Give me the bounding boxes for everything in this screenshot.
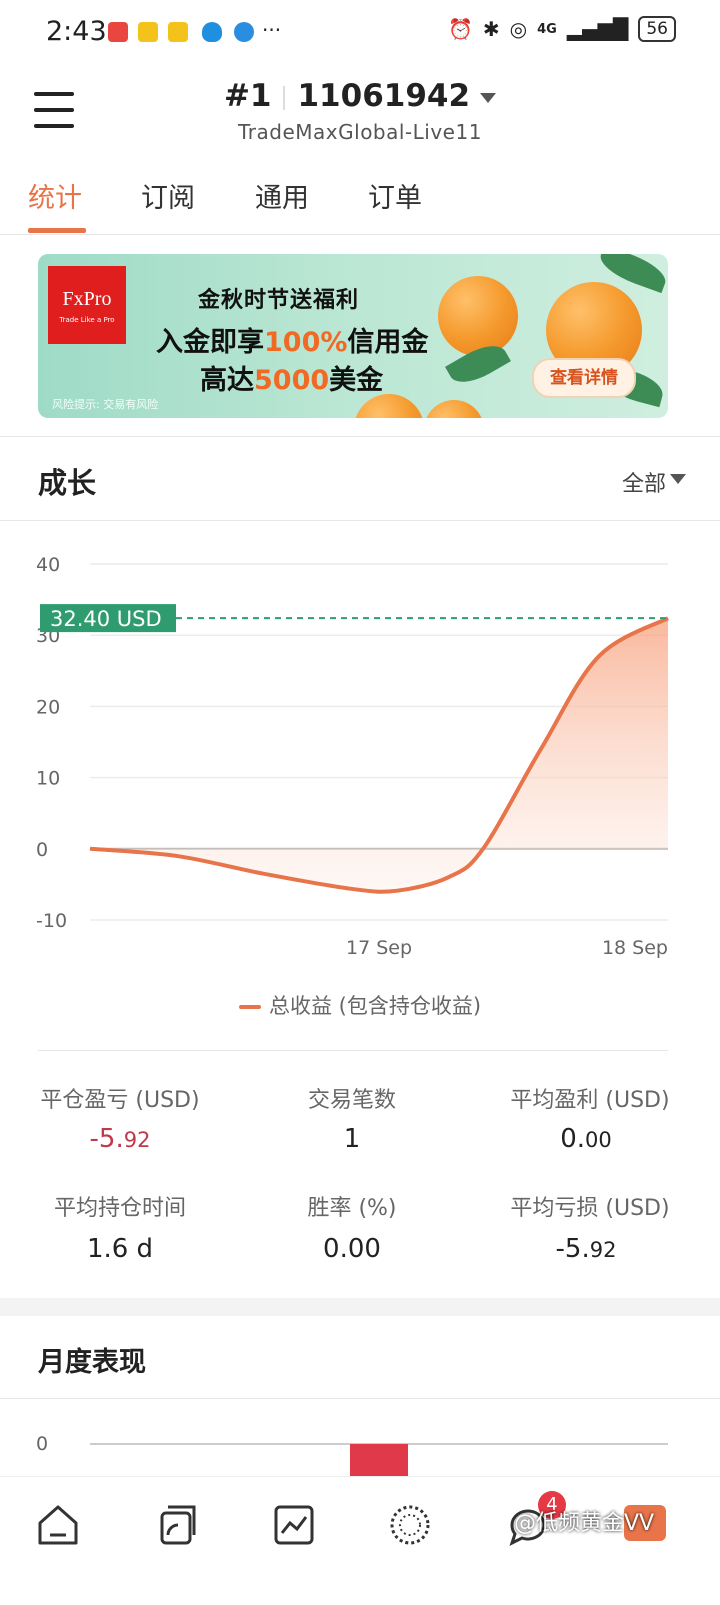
signals-icon[interactable] [152,1501,200,1549]
y-tick-label: 20 [36,696,60,718]
game-notification-icon-2 [168,22,188,42]
orange-fruit-image [438,276,518,356]
promo-banner[interactable]: FxPro Trade Like a Pro 金秋时节送福利 入金即享100%信… [38,254,668,418]
network-type: 4G [537,21,557,37]
monthly-chart[interactable]: 0 [0,1420,720,1480]
view-details-button[interactable]: 查看详情 [532,358,636,398]
fxpro-logo: FxPro Trade Like a Pro [48,266,126,344]
section-divider [0,436,720,437]
tab-orders[interactable]: 订单 [368,176,422,215]
y-tick-label: -10 [36,910,67,932]
orange-fruit-image [424,400,484,418]
x-tick-label: 18 Sep [602,937,668,959]
account-prefix: #1 [223,78,272,114]
tab-subscriptions[interactable]: 订阅 [141,176,195,215]
risk-warning: 风险提示: 交易有风险 [52,398,159,411]
legend-swatch [238,1005,261,1009]
stat-label: 平均盈利 (USD) [510,1088,670,1113]
growth-chart[interactable]: 403020100-10 32.40 USD 17 Sep 18 Sep [0,540,720,970]
account-selector[interactable]: #1 11061942 [0,78,720,114]
chart-icon[interactable] [270,1501,318,1549]
chevron-down-icon[interactable] [670,474,686,484]
section-divider [0,1398,720,1399]
signal-icon: ▂▄▆█ [566,17,629,41]
x-axis-ticks: 17 Sep 18 Sep [346,937,668,959]
browser-icon [234,22,254,42]
stat-label: 平均持仓时间 [53,1196,186,1221]
home-icon[interactable] [34,1501,82,1549]
battery-icon: 56 [638,16,676,42]
growth-area [90,618,668,892]
stat-label: 平仓盈亏 (USD) [40,1088,200,1113]
section-gap [0,1298,720,1316]
y-tick-label: 40 [36,554,60,576]
growth-title: 成长 [38,466,97,500]
y-tick-label: 10 [36,768,60,790]
account-number: 11061942 [297,78,471,114]
chart-legend: 总收益 (包含持仓收益) [0,990,720,1020]
stat-value: -5.92 [89,1124,151,1154]
banner-line2: 入金即享100%信用金 [156,327,429,358]
stat-value: 1.6 d [86,1234,154,1264]
alarm-icon: ⏰ [447,17,473,41]
tab-bar: 统计 订阅 通用 订单 [0,170,720,235]
server-name: TradeMaxGlobal-Live11 [238,120,482,144]
status-time: 2:43 [46,16,107,47]
tab-statistics[interactable]: 统计 [28,176,82,215]
section-divider [0,520,720,521]
chevron-down-icon [480,92,497,103]
current-value-label: 32.40 USD [50,607,162,631]
monthly-bar [350,1444,408,1480]
x-tick-label: 17 Sep [346,937,412,959]
y-tick-label: 0 [36,839,48,861]
section-divider [38,1050,668,1051]
account-separator [283,85,286,110]
bottom-navigation: 4 @低频黄金VV [0,1476,720,1605]
active-tab-indicator [28,228,86,233]
banner-line3: 高达5000美金 [200,365,384,396]
more-notifications-icon: ··· [262,18,282,42]
stat-label: 平均亏损 (USD) [510,1196,670,1221]
app-notification-icon [108,22,128,42]
growth-range-filter[interactable]: 全部 [622,466,666,498]
stat-value: 0.00 [560,1124,612,1154]
discover-icon[interactable] [386,1501,434,1549]
legend-label: 总收益 (包含持仓收益) [268,994,482,1018]
stat-value: 1 [343,1124,361,1154]
tab-general[interactable]: 通用 [255,176,309,215]
game-notification-icon [138,22,158,42]
stat-value: -5.92 [555,1234,617,1264]
monthly-y-tick: 0 [36,1433,48,1455]
shield-icon [202,22,222,42]
watermark: @低频黄金VV [514,1511,655,1536]
stat-label: 交易笔数 [307,1088,396,1113]
stat-label: 胜率 (%) [307,1196,397,1221]
monthly-performance-title: 月度表现 [38,1347,146,1378]
bluetooth-icon: ✱ [482,17,500,41]
stat-value: 0.00 [323,1234,381,1264]
orange-fruit-image [354,394,424,418]
banner-headline: 金秋时节送福利 [198,288,360,313]
status-bar: 2:43 ··· ⏰ ✱ ◎ 4G ▂▄▆█ 56 [0,0,720,64]
hotspot-icon: ◎ [509,17,528,41]
status-right: ⏰ ✱ ◎ 4G ▂▄▆█ 56 [448,16,676,42]
